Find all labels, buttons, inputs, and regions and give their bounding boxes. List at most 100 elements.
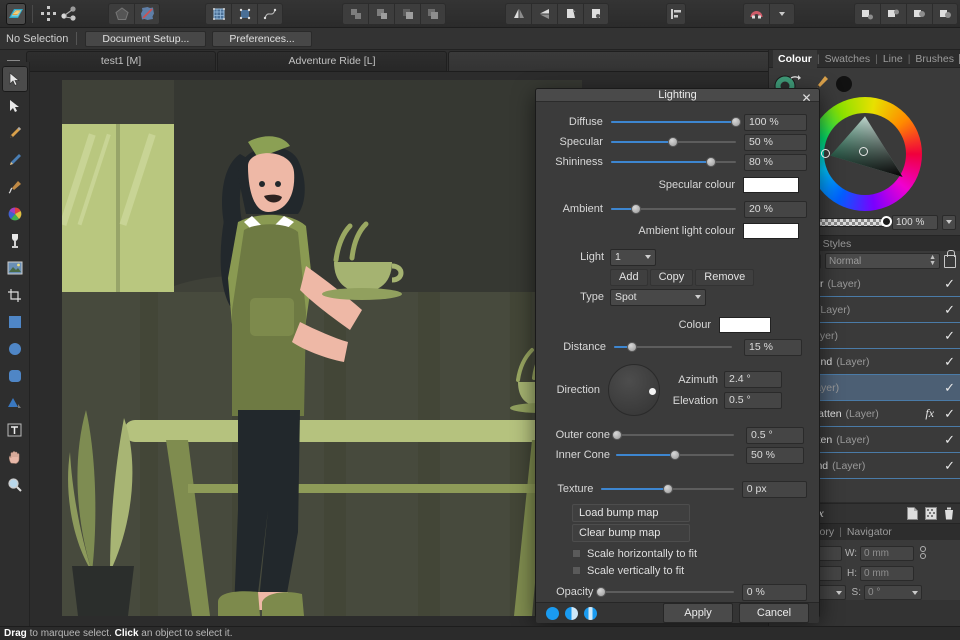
azimuth-value[interactable]: 2.4 ° <box>724 371 782 388</box>
blend-mode-stepper-icon[interactable]: ▲▼ <box>929 255 936 267</box>
artboard[interactable] <box>62 80 582 616</box>
pen-tool[interactable] <box>2 120 28 146</box>
scale-vertically-row[interactable]: Scale vertically to fit <box>548 562 807 579</box>
direction-dial[interactable] <box>608 364 660 416</box>
layer-visibility-check[interactable]: ✓ <box>944 276 955 292</box>
inner-cone-value[interactable]: 50 % <box>746 447 804 464</box>
subtract-shapes-icon[interactable] <box>368 3 394 25</box>
elevation-value[interactable]: 0.5 ° <box>724 392 782 409</box>
clear-bump-map-button[interactable]: Clear bump map <box>572 524 690 542</box>
move-forward-icon[interactable] <box>880 3 906 25</box>
move-tool[interactable] <box>2 66 28 92</box>
lighting-dialog[interactable]: Lighting ✕ Diffuse 100 % Specular 50 % <box>535 88 820 618</box>
place-image-tool[interactable] <box>2 255 28 281</box>
scale-horizontally-checkbox[interactable] <box>572 549 581 558</box>
scale-horizontally-row[interactable]: Scale horizontally to fit <box>548 545 807 562</box>
opacity-slider-knob[interactable] <box>881 216 892 227</box>
magnet-icon[interactable] <box>743 3 769 25</box>
opacity-slider[interactable] <box>601 584 733 600</box>
preferences-button[interactable]: Preferences... <box>212 31 311 47</box>
text-tool[interactable] <box>2 417 28 443</box>
add-shapes-icon[interactable] <box>342 3 368 25</box>
tab-colour[interactable]: Colour <box>773 50 817 68</box>
load-bump-map-button[interactable]: Load bump map <box>572 504 690 522</box>
affinity-logo-icon[interactable] <box>6 3 26 25</box>
zoom-tool[interactable] <box>2 471 28 497</box>
ambient-slider[interactable] <box>611 201 736 217</box>
no-shape-icon[interactable] <box>134 3 160 25</box>
flip-vertical-icon[interactable] <box>531 3 557 25</box>
colour-wheel[interactable] <box>808 97 922 211</box>
layer-visibility-check[interactable]: ✓ <box>944 380 955 396</box>
shear-field[interactable]: 0 ° <box>864 585 922 600</box>
move-back-icon[interactable] <box>906 3 932 25</box>
tab-line[interactable]: Line <box>878 50 908 68</box>
specular-colour-swatch[interactable] <box>743 177 799 193</box>
remove-light-button[interactable]: Remove <box>695 269 754 286</box>
tab-swatches[interactable]: Swatches <box>820 50 876 68</box>
move-front-icon[interactable] <box>854 3 880 25</box>
align-left-icon[interactable] <box>666 3 686 25</box>
dialog-title-bar[interactable]: Lighting ✕ <box>536 89 819 102</box>
direction-dial-handle[interactable] <box>649 388 656 395</box>
opacity-value[interactable]: 0 % <box>742 584 807 601</box>
fill-tool[interactable] <box>2 228 28 254</box>
chevron-down-icon[interactable] <box>769 3 795 25</box>
colour-picker-tool[interactable] <box>2 201 28 227</box>
rotate-left-icon[interactable] <box>557 3 583 25</box>
pixel-grid-icon[interactable] <box>205 3 231 25</box>
light-select[interactable]: 1 <box>610 249 656 266</box>
texture-value[interactable]: 0 px <box>742 481 807 498</box>
ambient-value[interactable]: 20 % <box>744 201 807 218</box>
pencil-tool[interactable] <box>2 147 28 173</box>
document-tab-current[interactable] <box>448 51 798 71</box>
rectangle-tool[interactable] <box>2 309 28 335</box>
w-field[interactable]: 0 mm <box>860 546 914 561</box>
inner-cone-slider[interactable] <box>616 447 734 463</box>
document-setup-button[interactable]: Document Setup... <box>85 31 206 47</box>
layer-visibility-check[interactable]: ✓ <box>944 406 955 422</box>
new-pixel-layer-icon[interactable] <box>925 507 937 520</box>
preview-mirror-icon[interactable] <box>584 607 597 620</box>
type-select[interactable]: Spot <box>610 289 706 306</box>
specular-slider[interactable] <box>611 134 736 150</box>
layer-fx-icon[interactable]: fx <box>925 406 934 421</box>
tab-styles[interactable]: Styles <box>818 235 857 253</box>
layer-visibility-check[interactable]: ✓ <box>944 432 955 448</box>
rotate-right-icon[interactable] <box>583 3 609 25</box>
hand-tool[interactable] <box>2 444 28 470</box>
pentagon-icon[interactable] <box>108 3 134 25</box>
layer-visibility-check[interactable]: ✓ <box>944 302 955 318</box>
tab-navigator[interactable]: Navigator <box>842 523 897 541</box>
distance-slider[interactable] <box>614 339 732 355</box>
document-tab-adventure-ride[interactable]: Adventure Ride [L] <box>217 51 447 71</box>
layer-visibility-check[interactable]: ✓ <box>944 458 955 474</box>
layer-visibility-check[interactable]: ✓ <box>944 328 955 344</box>
specular-value[interactable]: 50 % <box>744 134 807 151</box>
opacity-dropdown-icon[interactable] <box>942 215 956 230</box>
delete-layer-icon[interactable] <box>944 507 954 520</box>
curve-edit-icon[interactable] <box>257 3 283 25</box>
divide-shapes-icon[interactable] <box>420 3 446 25</box>
crop-tool[interactable] <box>2 282 28 308</box>
apply-button[interactable]: Apply <box>663 603 733 623</box>
h-field[interactable]: 0 mm <box>860 566 914 581</box>
document-tab-test1[interactable]: test1 [M] <box>26 51 216 71</box>
diffuse-value[interactable]: 100 % <box>744 114 807 131</box>
texture-slider[interactable] <box>601 481 733 497</box>
distance-value[interactable]: 15 % <box>744 339 802 356</box>
wheel-sat-marker[interactable] <box>859 147 868 156</box>
diffuse-slider[interactable] <box>611 114 736 130</box>
intersect-shapes-icon[interactable] <box>394 3 420 25</box>
node-tool[interactable] <box>2 93 28 119</box>
black-swatch-icon[interactable] <box>835 75 853 93</box>
outer-cone-slider[interactable] <box>616 427 734 443</box>
shininess-value[interactable]: 80 % <box>744 154 807 171</box>
ellipse-tool[interactable] <box>2 336 28 362</box>
colour-opacity-value[interactable]: 100 % <box>892 215 938 230</box>
ambient-colour-swatch[interactable] <box>743 223 799 239</box>
preview-full-icon[interactable] <box>546 607 559 620</box>
bounding-box-icon[interactable] <box>231 3 257 25</box>
add-light-button[interactable]: Add <box>610 269 648 286</box>
copy-light-button[interactable]: Copy <box>650 269 694 286</box>
